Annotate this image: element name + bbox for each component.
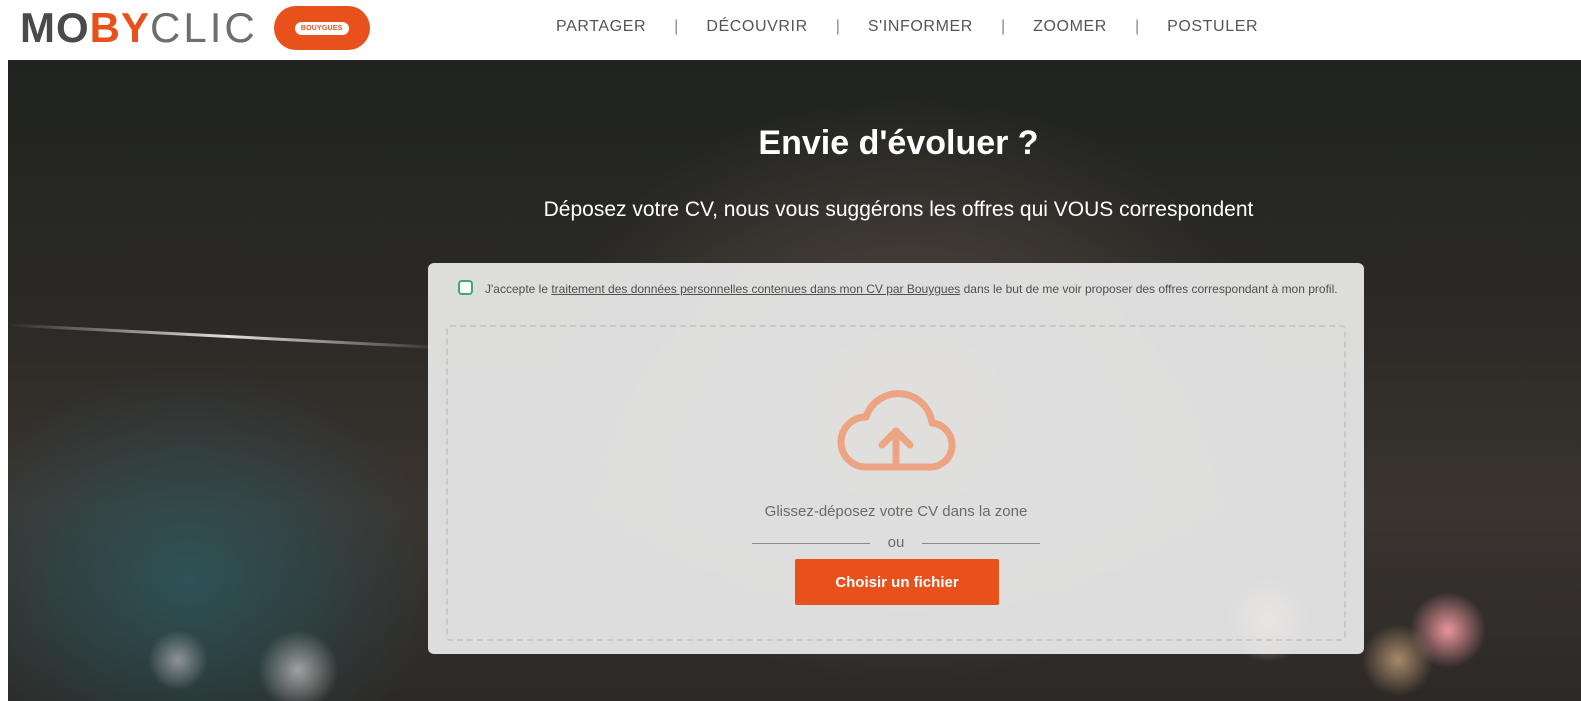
consent-suffix: dans le but de me voir proposer des offr… [960,282,1338,296]
nav-item-sinformer[interactable]: S'INFORMER [868,18,973,36]
logo-text: MOBYCLIC [20,4,258,51]
divider-line [922,542,1041,544]
hero-background-light-streak [8,323,448,350]
nav-separator: | [1134,18,1140,35]
hero-title: Envie d'évoluer ? [758,124,1039,162]
consent-checkbox[interactable] [458,280,473,295]
consent-prefix: J'accepte le [485,282,552,296]
main-nav: PARTAGER | DÉCOUVRIR | S'INFORMER | ZOOM… [556,14,1258,40]
or-divider: ou [750,533,1042,553]
nav-item-partager[interactable]: PARTAGER [556,18,646,36]
nav-item-decouvrir[interactable]: DÉCOUVRIR [706,18,807,36]
bouygues-badge-label: BOUYGUES [294,21,349,35]
choose-file-button[interactable]: Choisir un fichier [795,559,999,605]
nav-separator: | [835,18,840,35]
dropzone-instruction: Glissez-déposez votre CV dans la zone [764,503,1028,520]
nav-separator: | [1000,18,1006,35]
consent-data-processing-link[interactable]: traitement des données personnelles cont… [551,282,960,296]
hero-subtitle: Déposez votre CV, nous vous suggérons le… [543,198,1254,221]
mobyclic-logo[interactable]: MOBYCLIC BOUYGUES [20,6,370,50]
divider-line [751,542,870,544]
cloud-upload-icon [837,390,956,471]
consent-text: J'accepte le traitement des données pers… [485,279,1338,299]
cv-dropzone[interactable]: Glissez-déposez votre CV dans la zone ou… [446,325,1346,641]
consent-row: J'accepte le traitement des données pers… [458,279,1338,299]
site-header: MOBYCLIC BOUYGUES PARTAGER | DÉCOUVRIR |… [0,0,1581,60]
or-label: ou [887,534,905,551]
nav-item-zoomer[interactable]: ZOOMER [1033,18,1107,36]
cv-upload-card: J'accepte le traitement des données pers… [428,263,1364,654]
nav-item-postuler[interactable]: POSTULER [1167,18,1258,36]
bouygues-badge: BOUYGUES [273,6,370,50]
nav-separator: | [674,18,679,35]
